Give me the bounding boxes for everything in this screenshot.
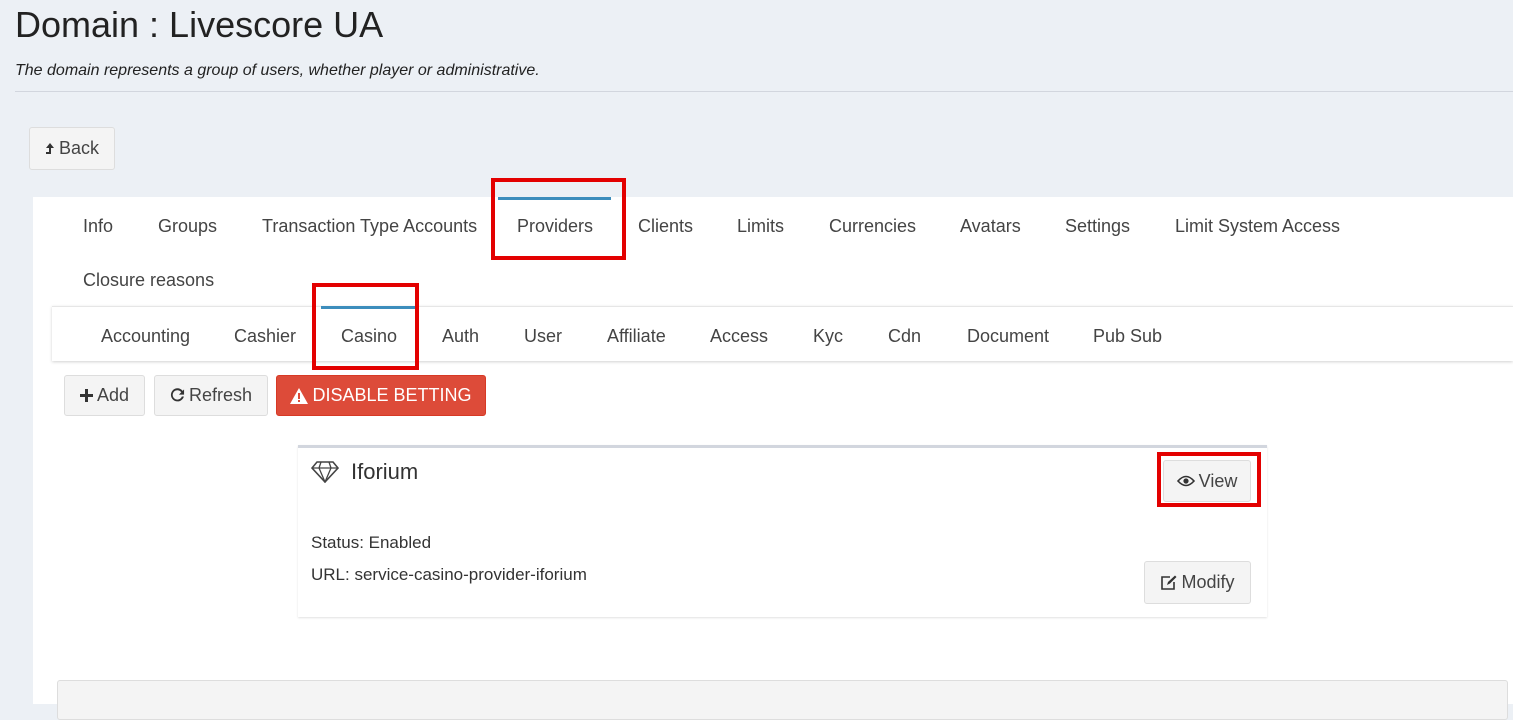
subtab-accounting[interactable]: Accounting: [101, 326, 190, 347]
tab-avatars[interactable]: Avatars: [960, 216, 1021, 237]
arrow-up-icon: [45, 142, 55, 156]
provider-card: [298, 445, 1267, 617]
tab-providers[interactable]: Providers: [517, 216, 593, 237]
subtab-cashier[interactable]: Cashier: [234, 326, 296, 347]
add-button[interactable]: Add: [64, 375, 145, 416]
tab-info[interactable]: Info: [83, 216, 113, 237]
subtab-kyc[interactable]: Kyc: [813, 326, 843, 347]
modify-button[interactable]: Modify: [1144, 561, 1251, 604]
subtab-affiliate[interactable]: Affiliate: [607, 326, 666, 347]
provider-url: URL: service-casino-provider-iforium: [311, 565, 587, 584]
diamond-icon: [310, 461, 340, 488]
provider-status: Status: Enabled: [311, 533, 432, 552]
eye-icon: [1176, 475, 1195, 487]
subtab-cdn[interactable]: Cdn: [888, 326, 921, 347]
tab-limit-system-access[interactable]: Limit System Access: [1175, 216, 1340, 237]
page-subtitle: The domain represents a group of users, …: [15, 62, 540, 79]
subtab-document[interactable]: Document: [967, 326, 1049, 347]
tab-groups[interactable]: Groups: [158, 216, 217, 237]
disable-betting-label: DISABLE BETTING: [312, 385, 472, 405]
view-button-label: View: [1198, 470, 1238, 491]
provider-name: Iforium: [351, 459, 419, 484]
subtab-casino[interactable]: Casino: [341, 326, 397, 347]
title-divider: [15, 91, 1513, 92]
casino-tab-indicator: [321, 306, 415, 309]
subtab-auth[interactable]: Auth: [442, 326, 479, 347]
back-button-label: Back: [58, 138, 100, 158]
subtab-pub-sub[interactable]: Pub Sub: [1093, 326, 1162, 347]
modify-button-label: Modify: [1181, 572, 1235, 592]
back-button[interactable]: Back: [29, 127, 115, 170]
refresh-button[interactable]: Refresh: [154, 375, 268, 416]
refresh-button-label: Refresh: [188, 385, 253, 405]
view-button[interactable]: View: [1163, 460, 1251, 502]
providers-tab-indicator: [498, 197, 611, 200]
tab-limits[interactable]: Limits: [737, 216, 784, 237]
refresh-icon: [170, 388, 185, 403]
add-button-label: Add: [96, 385, 130, 405]
subtab-user[interactable]: User: [524, 326, 562, 347]
tab-clients[interactable]: Clients: [638, 216, 693, 237]
disable-betting-button[interactable]: DISABLE BETTING: [276, 375, 486, 416]
page-title: Domain : Livescore UA: [15, 4, 384, 45]
tab-settings[interactable]: Settings: [1065, 216, 1130, 237]
tab-currencies[interactable]: Currencies: [829, 216, 916, 237]
warning-icon: [290, 387, 309, 404]
bottom-panel: [57, 680, 1508, 720]
tab-closure-reasons[interactable]: Closure reasons: [83, 270, 214, 291]
plus-icon: [79, 389, 93, 402]
subtab-access[interactable]: Access: [710, 326, 768, 347]
tab-transaction-type-accounts[interactable]: Transaction Type Accounts: [262, 216, 477, 237]
edit-icon: [1160, 575, 1177, 591]
